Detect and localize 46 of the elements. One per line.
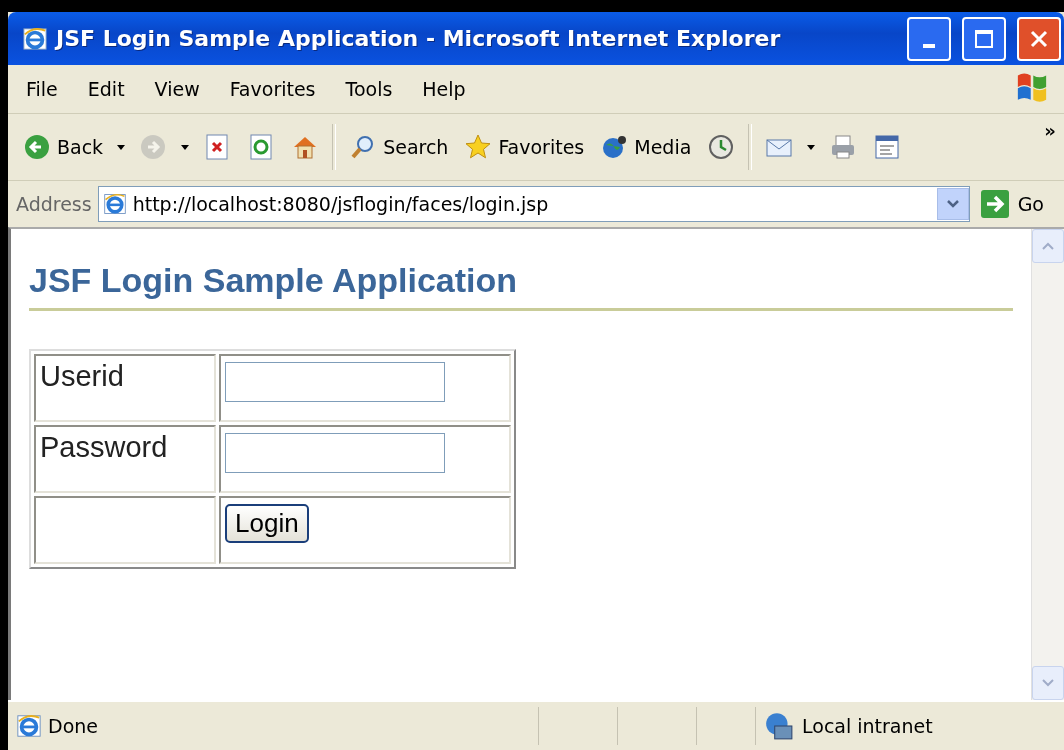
- menu-item[interactable]: Favorites: [229, 78, 316, 100]
- caret-icon[interactable]: [116, 142, 127, 152]
- history-icon: [707, 133, 736, 161]
- status-text: Done: [48, 715, 99, 737]
- globe-icon: [600, 133, 629, 161]
- dropdown-button[interactable]: [936, 188, 969, 220]
- login-button[interactable]: Login: [225, 504, 309, 543]
- arrow-right-icon: [979, 189, 1010, 219]
- scroll-up-icon: [1041, 241, 1055, 251]
- minimize-icon: [923, 43, 935, 48]
- document-edit-icon: [873, 133, 902, 161]
- minimize-button[interactable]: [907, 16, 951, 61]
- menu-item[interactable]: Tools: [345, 78, 393, 100]
- search-button[interactable]: Search: [346, 129, 452, 165]
- maximize-icon: [974, 28, 994, 49]
- browser-icon: [16, 713, 42, 739]
- back-button[interactable]: Back: [20, 129, 107, 165]
- browser-icon: [102, 192, 127, 216]
- menu-item[interactable]: Edit: [87, 78, 125, 100]
- go-button[interactable]: Go: [975, 189, 1056, 219]
- menu-item[interactable]: Help: [422, 78, 466, 100]
- menu-item[interactable]: View: [154, 78, 200, 100]
- star-icon: [464, 133, 493, 161]
- favorites-button[interactable]: Favorites: [461, 129, 588, 165]
- network-icon: [764, 711, 794, 741]
- media-button[interactable]: Media: [597, 129, 695, 165]
- url-text: http://localhost:8080/jsflogin/faces/login.jsp: [132, 193, 550, 215]
- close-icon: [1029, 28, 1049, 49]
- browser-icon: [22, 25, 48, 52]
- address-label: Address: [16, 193, 92, 215]
- zone-text: Local intranet: [802, 715, 933, 737]
- userid-field[interactable]: [225, 362, 445, 402]
- field-label: Userid: [40, 360, 124, 392]
- scroll-bar[interactable]: [1031, 229, 1064, 700]
- scroll-down-icon: [1041, 678, 1055, 688]
- maximize-button[interactable]: [962, 16, 1006, 61]
- field-label: Password: [40, 431, 168, 463]
- close-button[interactable]: [1017, 16, 1061, 61]
- window-title: JSF Login Sample Application - Microsoft Internet Explorer: [56, 26, 782, 51]
- more-tools-button[interactable]: »: [1044, 120, 1056, 141]
- menu-item[interactable]: File: [26, 78, 58, 100]
- page-heading: JSF Login Sample Application: [29, 261, 1013, 311]
- chevron-down-icon: [945, 199, 960, 209]
- caret-icon[interactable]: [806, 142, 817, 152]
- password-field[interactable]: [225, 433, 445, 473]
- address-field[interactable]: http://localhost:8080/jsflogin/faces/login.jsp: [97, 186, 970, 222]
